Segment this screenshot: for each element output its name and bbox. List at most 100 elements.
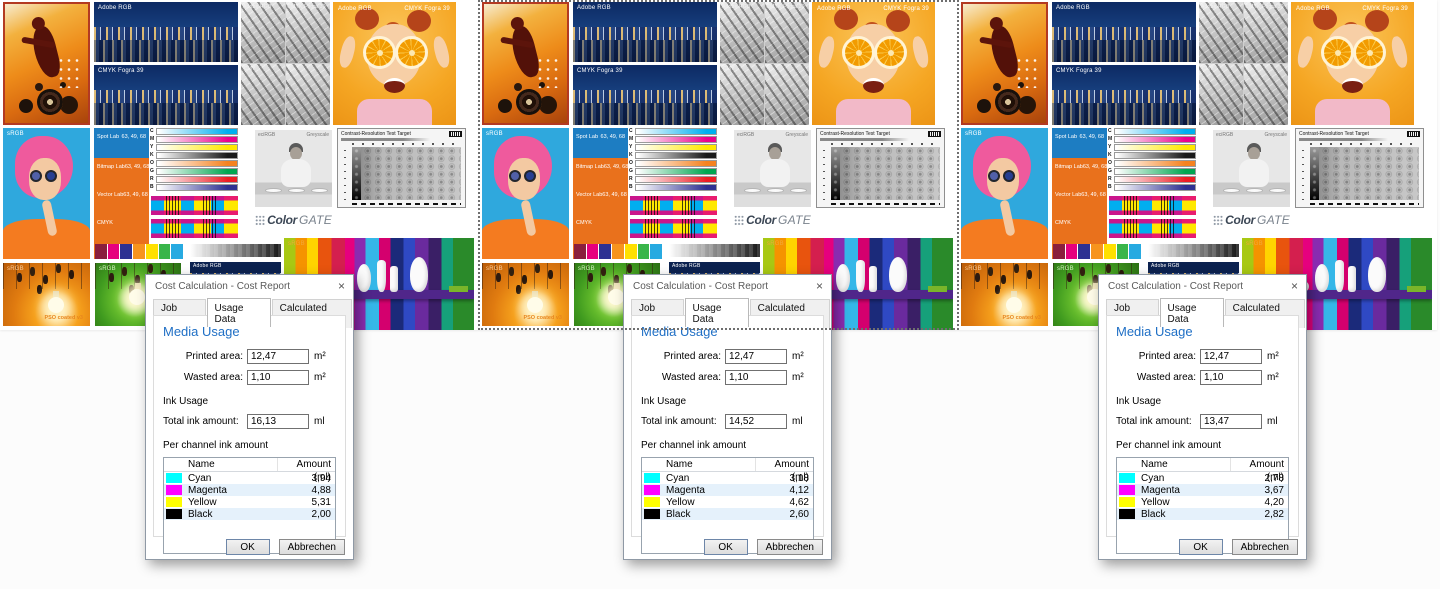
bulb-sockets: [109, 273, 114, 282]
girl-mouth: [1342, 78, 1363, 93]
cancel-button[interactable]: Abbrechen: [279, 539, 345, 555]
dialog-title-bar[interactable]: Cost Calculation - Cost Report ×: [1099, 275, 1306, 297]
wasted-area-input[interactable]: [1200, 370, 1262, 385]
total-ink-input[interactable]: [725, 414, 787, 429]
gradient-bar: [156, 168, 238, 175]
area-unit: m²: [1267, 372, 1279, 383]
target-y-ticks: [344, 147, 346, 200]
cancel-button[interactable]: Abbrechen: [757, 539, 823, 555]
colorspace-label: CMYK Fogra 39: [1056, 68, 1102, 74]
spot-lab-color-column: Spot Lab 63, 49, 68 Bitmap Lab 63, 49, 6…: [1052, 128, 1107, 259]
channel-amount: 2,00: [277, 509, 335, 520]
boats-quadrant: [1244, 64, 1288, 125]
table-row-yellow[interactable]: Yellow 5,31: [164, 496, 335, 508]
wasted-area-input[interactable]: [247, 370, 309, 385]
total-ink-input[interactable]: [247, 414, 309, 429]
plate: [1246, 188, 1263, 193]
table-row-magenta[interactable]: Magenta 3,67: [1117, 484, 1288, 496]
skyline-cmyk-image: CMYK Fogra 39: [1052, 65, 1196, 125]
amount-header: Amount (ml): [1230, 458, 1288, 471]
target-x-ticks: [352, 143, 461, 145]
colorspace-label: sRGB: [99, 266, 116, 272]
table-row-yellow[interactable]: Yellow 4,62: [642, 496, 813, 508]
printed-area-label: Printed area:: [641, 351, 721, 362]
channel-swatch: [1119, 485, 1135, 495]
close-icon[interactable]: ×: [338, 279, 345, 293]
table-row-black[interactable]: Black 2,60: [642, 508, 813, 520]
cost-report-dialog-1: Cost Calculation - Cost Report × Job Dat…: [145, 274, 354, 560]
table-row-cyan[interactable]: Cyan 3,94: [164, 472, 335, 484]
vase: [1348, 266, 1356, 292]
gradient-bar: [156, 144, 238, 151]
printed-area-input[interactable]: [725, 349, 787, 364]
ink-usage-heading: Ink Usage: [163, 396, 336, 407]
ok-button[interactable]: OK: [1179, 539, 1223, 555]
wasted-area-label: Wasted area:: [1116, 372, 1196, 383]
boats-quadrant: [286, 2, 330, 63]
dancer-poster-image: [3, 2, 90, 125]
printed-area-input[interactable]: [1200, 349, 1262, 364]
per-channel-label: Per channel ink amount: [1116, 440, 1289, 451]
close-icon[interactable]: ×: [1291, 279, 1298, 293]
name-header: Name: [184, 459, 277, 470]
ok-button[interactable]: OK: [704, 539, 748, 555]
gradient-bar: [1114, 176, 1196, 183]
skyline-reflections: [1052, 40, 1196, 62]
vector-lab-values: 63, 49, 68: [1081, 192, 1105, 198]
total-ink-input[interactable]: [1200, 414, 1262, 429]
selection-marquee: [478, 0, 959, 330]
colorspace-label: eciRGB: [1216, 132, 1233, 138]
vector-lab-values: 63, 49, 68: [123, 192, 147, 198]
line-cluster: [1161, 219, 1176, 238]
channel-name: Yellow: [662, 497, 755, 508]
woman-dress: [281, 159, 311, 187]
dancer-poster-image: [961, 2, 1048, 125]
tab-usage-data[interactable]: Usage Data: [1160, 298, 1224, 327]
color-swatch: [1078, 244, 1090, 259]
bitmap-lab-label: Bitmap Lab: [97, 164, 125, 170]
bitmap-lab-values: 63, 49, 68: [1083, 164, 1107, 170]
color-swatch: [108, 244, 120, 259]
channel-swatch: [1119, 473, 1135, 483]
printed-area-input[interactable]: [247, 349, 309, 364]
line-cluster: [1124, 196, 1137, 215]
channel-amount: 3,67: [1230, 485, 1288, 496]
vase: [1368, 257, 1386, 292]
wasted-area-input[interactable]: [725, 370, 787, 385]
gradient-bar: [156, 136, 238, 143]
line-cluster: [1124, 219, 1137, 238]
greyscale-woman-image: eciRGB Greyscale: [1213, 130, 1290, 207]
channel-name: Yellow: [1137, 497, 1230, 508]
table-row-cyan[interactable]: Cyan 2,78: [1117, 472, 1288, 484]
line-cluster: [203, 219, 218, 238]
cost-report-dialog: Cost Calculation - Cost Report × Job Dat…: [1098, 274, 1307, 560]
area-unit: m²: [792, 372, 804, 383]
cancel-button[interactable]: Abbrechen: [1232, 539, 1298, 555]
table-row-yellow[interactable]: Yellow 4,20: [1117, 496, 1288, 508]
table-row-black[interactable]: Black 2,82: [1117, 508, 1288, 520]
total-ink-label: Total ink amount:: [163, 416, 243, 427]
table-row-magenta[interactable]: Magenta 4,88: [164, 484, 335, 496]
table-row-magenta[interactable]: Magenta 4,12: [642, 484, 813, 496]
channel-swatch: [166, 497, 182, 507]
tab-usage-data[interactable]: Usage Data: [207, 298, 271, 327]
channel-gradient-bars: C M Y K O G R B: [150, 128, 238, 191]
logo-dots-icon: [1213, 215, 1223, 226]
spot-lab-label: Spot Lab: [97, 134, 119, 140]
colorspace-label: Adobe RGB: [1201, 5, 1229, 10]
dialog-title: Cost Calculation - Cost Report: [155, 281, 290, 292]
dialog-title-bar[interactable]: Cost Calculation - Cost Report ×: [146, 275, 353, 297]
colorspace-label: Adobe RGB: [1151, 264, 1179, 269]
ok-button[interactable]: OK: [226, 539, 270, 555]
table-row-cyan[interactable]: Cyan 3,18: [642, 472, 813, 484]
printed-area-label: Printed area:: [1116, 351, 1196, 362]
gradient-bar: [156, 184, 238, 191]
bitmap-lab-values: 63, 49, 68: [125, 164, 149, 170]
channel-name: Black: [1137, 509, 1230, 520]
target-title: Contrast-Resolution Test Target: [1299, 131, 1369, 137]
table-row-black[interactable]: Black 2,00: [164, 508, 335, 520]
skyline-cmyk-image: CMYK Fogra 39: [94, 65, 238, 125]
color-swatch: [1053, 244, 1065, 259]
target-subtitle-line: [341, 138, 430, 141]
plate: [311, 188, 328, 193]
